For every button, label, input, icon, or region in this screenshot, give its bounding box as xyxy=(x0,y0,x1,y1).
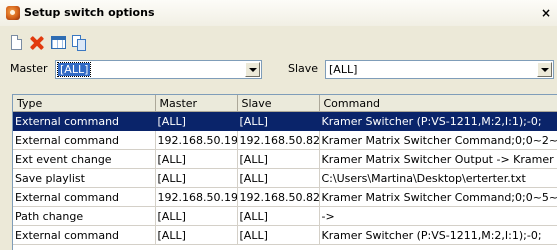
cell-slave: [ALL] xyxy=(237,206,320,226)
cell-master: 192.168.50.19 xyxy=(155,130,238,150)
new-icon[interactable] xyxy=(8,34,26,52)
cell-master: [ALL] xyxy=(155,206,238,226)
setup-switch-options-dialog: Setup switch options × Master [ALL] Slav… xyxy=(0,0,557,250)
window-title: Setup switch options xyxy=(24,6,155,19)
delete-icon[interactable] xyxy=(28,34,46,52)
cell-slave: [ALL] xyxy=(237,111,320,131)
master-label: Master xyxy=(10,62,48,75)
cell-master: [ALL] xyxy=(155,225,238,245)
slave-label: Slave xyxy=(288,62,319,75)
title-bar[interactable]: Setup switch options × xyxy=(0,0,557,26)
column-header-master[interactable]: Master xyxy=(155,95,238,112)
cell-type: External command xyxy=(13,111,156,131)
chevron-down-icon[interactable] xyxy=(245,62,260,77)
commands-table: Type Master Slave Command External comma… xyxy=(13,95,557,245)
cell-type: Path change xyxy=(13,206,156,226)
cell-command: Kramer Matrix Switcher Output -> Kramer … xyxy=(319,149,557,169)
cell-slave: [ALL] xyxy=(237,225,320,245)
cell-master: [ALL] xyxy=(155,111,238,131)
cell-command: -> xyxy=(319,206,557,226)
cell-command: Kramer Matrix Switcher Command;0;0~5~2~ xyxy=(319,187,557,207)
cell-command: Kramer Matrix Switcher Command;0;0~2~1~ xyxy=(319,130,557,150)
app-icon xyxy=(6,6,20,20)
slave-select-value: [ALL] xyxy=(329,63,358,76)
master-select[interactable]: [ALL] xyxy=(55,60,262,79)
table-row[interactable]: External command 192.168.50.19 192.168.5… xyxy=(13,130,557,150)
chevron-down-icon[interactable] xyxy=(537,62,552,77)
table-row[interactable]: External command [ALL] [ALL] Kramer Swit… xyxy=(13,225,557,245)
table-row[interactable]: Ext event change [ALL] [ALL] Kramer Matr… xyxy=(13,149,557,169)
cell-slave: 192.168.50.82 xyxy=(237,130,320,150)
cell-command: Kramer Switcher (P:VS-1211,M:2,I:1);-0; xyxy=(319,225,557,245)
cell-master: [ALL] xyxy=(155,168,238,188)
cell-type: External command xyxy=(13,187,156,207)
cell-slave: [ALL] xyxy=(237,168,320,188)
close-button[interactable]: × xyxy=(539,6,553,20)
copy-icon[interactable] xyxy=(70,34,88,52)
cell-command: Kramer Switcher (P:VS-1211,M:2,I:1);-0; xyxy=(319,111,557,131)
table-row[interactable]: External command 192.168.50.19 192.168.5… xyxy=(13,187,557,207)
commands-list[interactable]: Type Master Slave Command External comma… xyxy=(12,94,557,250)
master-select-value: [ALL] xyxy=(56,62,92,77)
cell-type: Ext event change xyxy=(13,149,156,169)
column-header-slave[interactable]: Slave xyxy=(237,95,320,112)
table-row[interactable]: Path change [ALL] [ALL] -> xyxy=(13,206,557,226)
cell-slave: [ALL] xyxy=(237,149,320,169)
table-row[interactable]: External command [ALL] [ALL] Kramer Swit… xyxy=(13,111,557,131)
slave-select[interactable]: [ALL] xyxy=(325,60,554,79)
cell-type: External command xyxy=(13,225,156,245)
cell-master: [ALL] xyxy=(155,149,238,169)
column-header-command[interactable]: Command xyxy=(319,95,557,112)
cell-slave: 192.168.50.82 xyxy=(237,187,320,207)
cell-type: Save playlist xyxy=(13,168,156,188)
edit-icon[interactable] xyxy=(50,34,68,52)
cell-master: 192.168.50.19 xyxy=(155,187,238,207)
table-row[interactable]: Save playlist [ALL] [ALL] C:\Users\Marti… xyxy=(13,168,557,188)
cell-command: C:\Users\Martina\Desktop\erterter.txt xyxy=(319,168,557,188)
table-header: Type Master Slave Command xyxy=(13,95,557,112)
column-header-type[interactable]: Type xyxy=(13,95,156,112)
cell-type: External command xyxy=(13,130,156,150)
